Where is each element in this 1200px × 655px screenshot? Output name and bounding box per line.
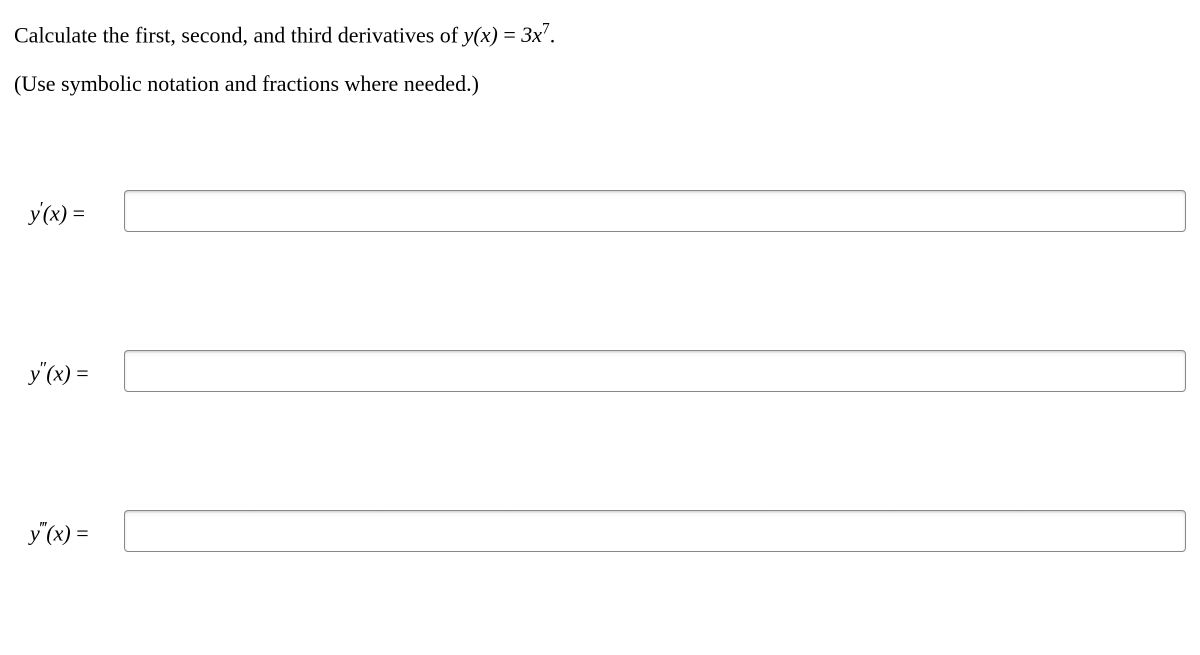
instruction-text: (Use symbolic notation and fractions whe…: [14, 67, 1186, 100]
first-derivative-input[interactable]: [124, 190, 1186, 232]
first-derivative-row: y′(x) =: [14, 190, 1186, 232]
third-derivative-row: y‴(x) =: [14, 510, 1186, 552]
question-prompt: Calculate the first, second, and third d…: [14, 18, 1186, 51]
second-derivative-input[interactable]: [124, 350, 1186, 392]
prompt-suffix: .: [550, 22, 556, 47]
second-derivative-label: y″(x) =: [30, 356, 106, 386]
function-def: y(x) = 3x7: [464, 22, 550, 47]
third-derivative-label: y‴(x) =: [30, 516, 106, 546]
third-derivative-input[interactable]: [124, 510, 1186, 552]
prompt-prefix: Calculate the first, second, and third d…: [14, 22, 464, 47]
first-derivative-label: y′(x) =: [30, 196, 106, 226]
second-derivative-row: y″(x) =: [14, 350, 1186, 392]
